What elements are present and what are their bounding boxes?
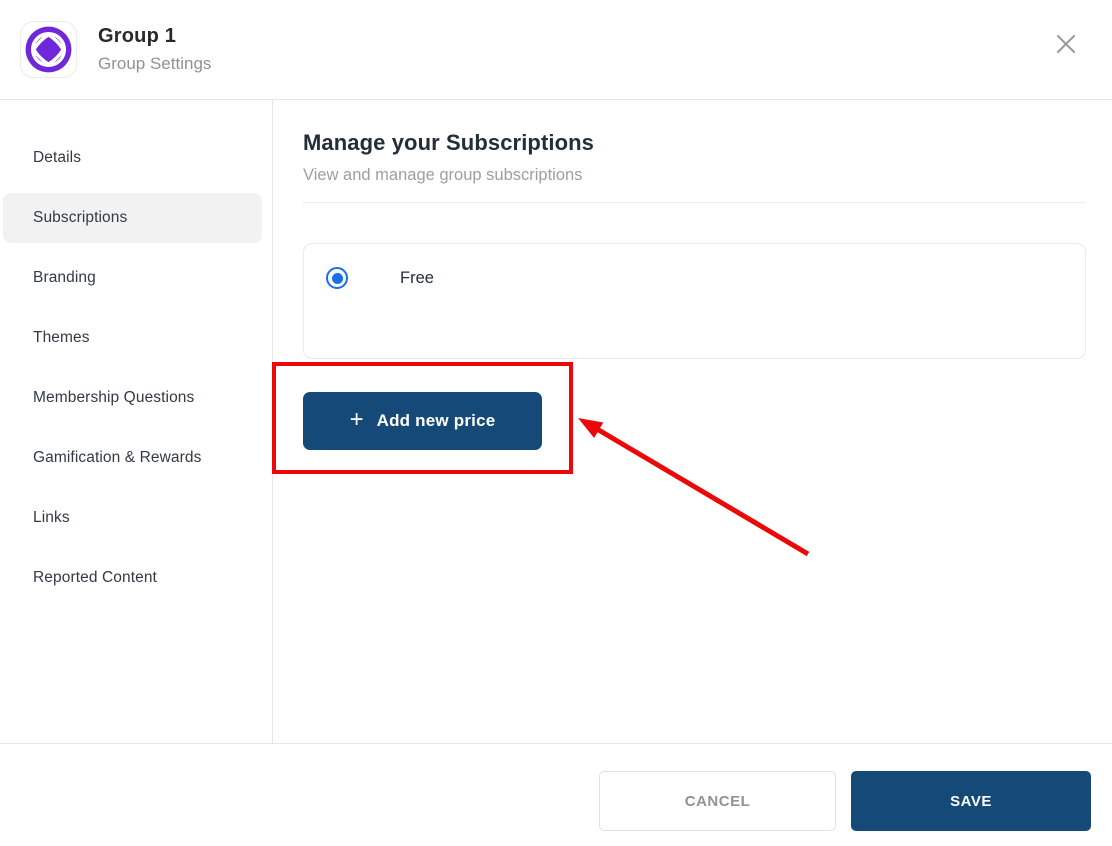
radio-dot <box>331 272 343 284</box>
dialog-footer: CANCEL SAVE <box>0 743 1112 846</box>
close-icon[interactable] <box>1055 33 1077 55</box>
group-logo-icon <box>20 21 77 78</box>
free-plan-radio[interactable] <box>326 267 348 289</box>
section-divider <box>303 202 1086 203</box>
subscriptions-panel: Manage your Subscriptions View and manag… <box>273 100 1112 743</box>
settings-sidebar: Details Subscriptions Branding Themes Me… <box>0 100 273 743</box>
add-new-price-label: Add new price <box>376 411 496 430</box>
sidebar-item-links[interactable]: Links <box>3 493 262 543</box>
sidebar-item-reported-content[interactable]: Reported Content <box>3 553 262 603</box>
page-title: Manage your Subscriptions <box>303 130 594 155</box>
plan-name-label: Free <box>400 269 434 287</box>
group-title: Group 1 <box>98 25 177 47</box>
sidebar-item-membership-questions[interactable]: Membership Questions <box>3 373 262 423</box>
dialog-header: Group 1 Group Settings <box>0 0 1112 100</box>
header-text-block: Group 1 Group Settings <box>98 23 211 76</box>
cancel-button[interactable]: CANCEL <box>599 771 836 831</box>
dialog-body: Details Subscriptions Branding Themes Me… <box>0 100 1112 743</box>
subscription-plan-card: Free <box>303 243 1086 359</box>
sidebar-item-gamification-rewards[interactable]: Gamification & Rewards <box>3 433 262 483</box>
add-new-price-button[interactable]: + Add new price <box>303 392 542 450</box>
sidebar-item-subscriptions[interactable]: Subscriptions <box>3 193 262 243</box>
page-description: View and manage group subscriptions <box>303 166 583 184</box>
sidebar-item-details[interactable]: Details <box>3 133 262 183</box>
sidebar-item-branding[interactable]: Branding <box>3 253 262 303</box>
group-settings-dialog: Group 1 Group Settings Details Subscript… <box>0 0 1112 846</box>
sidebar-item-themes[interactable]: Themes <box>3 313 262 363</box>
plus-icon: + <box>349 406 364 433</box>
dialog-subtitle: Group Settings <box>98 54 212 73</box>
save-button[interactable]: SAVE <box>851 771 1091 831</box>
